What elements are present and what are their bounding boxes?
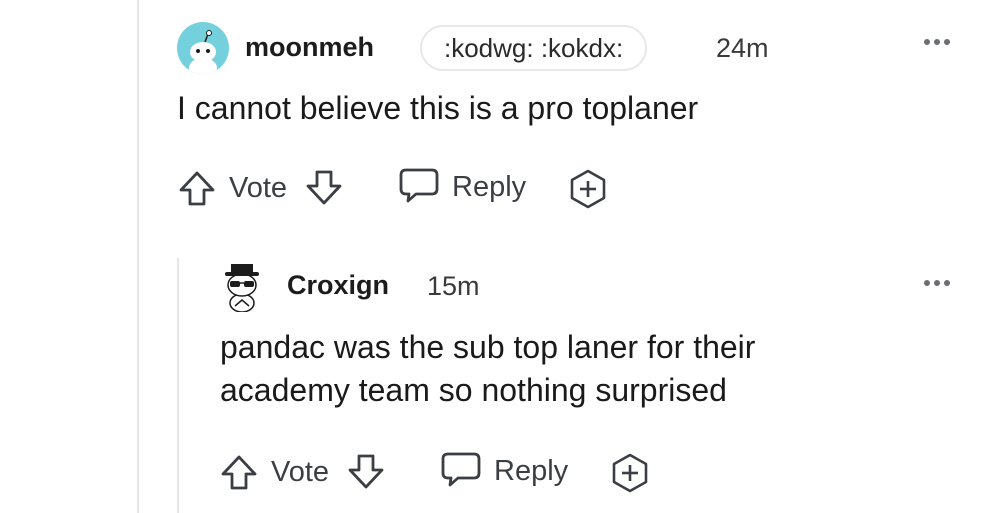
timestamp[interactable]: 24m (716, 33, 769, 64)
plus-badge-icon (570, 169, 606, 209)
vote-label: Vote (271, 456, 330, 488)
award-button[interactable] (609, 452, 651, 494)
comment-body: pandac was the sub top laner for their a… (220, 326, 755, 412)
reply-button[interactable] (440, 450, 482, 490)
thread-line-reply (177, 258, 179, 513)
avatar-croxign[interactable] (220, 258, 264, 312)
avatar-moonmeh[interactable] (177, 22, 229, 74)
arrow-up-outline-icon (221, 455, 257, 490)
comment-body: I cannot believe this is a pro toplaner (177, 90, 699, 126)
speech-bubble-icon (399, 168, 439, 203)
arrow-up-outline-icon (179, 171, 215, 206)
downvote-button[interactable] (346, 451, 386, 491)
vote-label: Vote (229, 172, 288, 204)
arrow-down-outline-icon (306, 170, 342, 205)
arrow-down-outline-icon (348, 454, 384, 489)
downvote-button[interactable] (304, 167, 344, 207)
upvote-button[interactable] (177, 169, 217, 209)
snoo-detective-avatar-icon (225, 264, 259, 312)
timestamp[interactable]: 15m (427, 271, 480, 302)
more-options-icon[interactable] (924, 280, 950, 286)
snoo-avatar-icon (189, 30, 217, 74)
comment-line: academy team so nothing surprised (220, 372, 727, 408)
username[interactable]: moonmeh (245, 32, 374, 63)
reply-button[interactable] (398, 166, 440, 206)
award-button[interactable] (567, 168, 609, 210)
speech-bubble-icon (441, 452, 481, 487)
thread-line-top (137, 0, 139, 513)
comment-line: pandac was the sub top laner for their (220, 329, 756, 365)
upvote-button[interactable] (219, 453, 259, 493)
reply-label[interactable]: Reply (452, 171, 526, 204)
more-options-icon[interactable] (924, 39, 950, 45)
reply-label[interactable]: Reply (494, 455, 568, 488)
plus-badge-icon (612, 453, 648, 493)
user-flair: :kodwg: :kokdx: (420, 25, 648, 71)
username[interactable]: Croxign (287, 270, 389, 301)
